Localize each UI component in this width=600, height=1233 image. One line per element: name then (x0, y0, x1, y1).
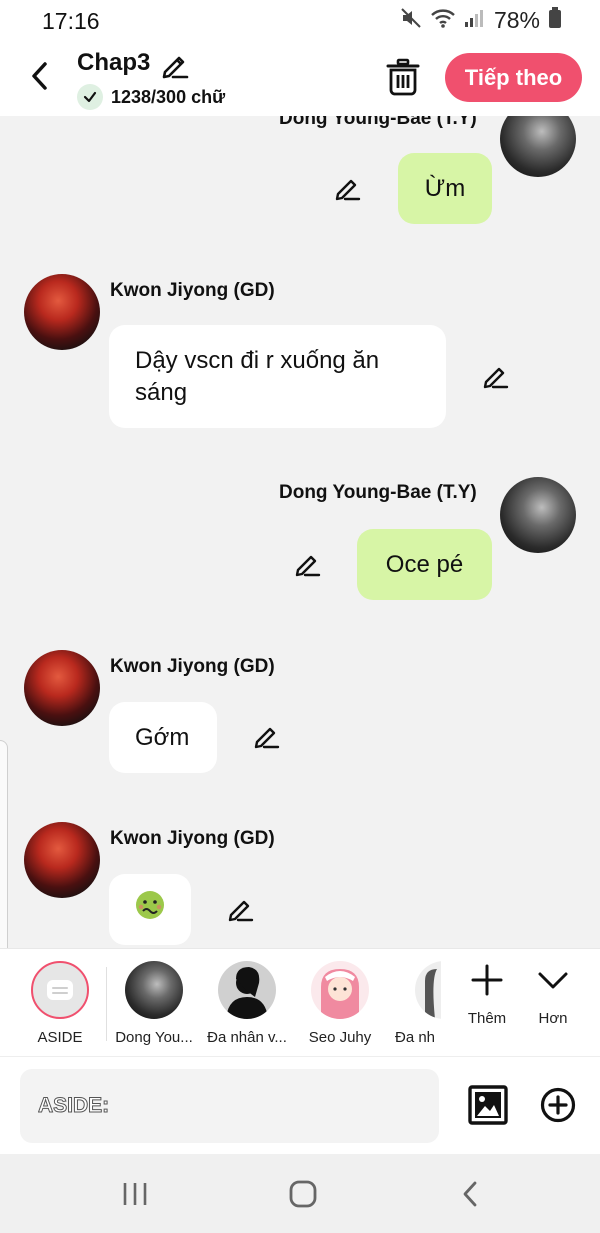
chat-area[interactable]: Dong Young-Bae (T.Y) Ừm Kwon Jiyong (GD)… (0, 116, 600, 948)
chevron-down-icon (538, 972, 568, 989)
anime-girl-avatar (311, 961, 369, 1019)
input-bar (0, 1056, 600, 1154)
edit-message-button[interactable] (294, 550, 322, 578)
message-bubble[interactable]: Oce pé (357, 529, 492, 600)
status-icons: 78% (400, 7, 562, 34)
nauseated-face-icon (135, 890, 165, 929)
avatar[interactable] (24, 650, 100, 726)
plus-icon (471, 964, 503, 996)
image-icon (468, 1085, 508, 1125)
recent-apps-button[interactable] (115, 1178, 155, 1210)
character-item[interactable]: Dong You... (106, 961, 202, 1046)
battery-percent: 78% (493, 7, 540, 33)
sender-name: Dong Young-Bae (T.Y) (279, 482, 477, 503)
back-button[interactable] (22, 58, 58, 94)
avatar[interactable] (24, 822, 100, 898)
battery-icon (548, 7, 562, 34)
recents-icon (123, 1183, 147, 1205)
character-aside[interactable]: ASIDE (12, 961, 108, 1046)
back-arrow-icon (32, 62, 47, 90)
header: Chap3 1238/300 chữ Tiếp theo (0, 44, 600, 116)
insert-image-button[interactable] (468, 1085, 508, 1125)
delete-button[interactable] (386, 58, 420, 96)
avatar[interactable] (24, 274, 100, 350)
status-bar: 17:16 78% (0, 0, 600, 44)
pencil-icon (483, 367, 509, 389)
add-label: Thêm (467, 1010, 507, 1027)
signal-icon (464, 8, 486, 33)
pencil-icon (162, 56, 189, 79)
home-icon (289, 1180, 317, 1208)
message-bubble[interactable]: 🤢 (109, 874, 191, 945)
silhouette-avatar (415, 961, 441, 1019)
edit-message-button[interactable] (482, 362, 510, 390)
message-bubble[interactable]: Ừm (398, 153, 492, 224)
sender-name: Kwon Jiyong (GD) (110, 280, 275, 301)
sender-name: Dong Young-Bae (T.Y) (279, 116, 477, 129)
check-icon (77, 84, 103, 110)
side-drawer-handle[interactable] (0, 740, 8, 972)
next-button[interactable]: Tiếp theo (445, 53, 582, 102)
edit-message-button[interactable] (334, 174, 362, 202)
mute-icon (400, 7, 422, 34)
wifi-icon (430, 7, 456, 34)
message-text: Ừm (424, 174, 466, 202)
avatar[interactable] (500, 477, 576, 553)
plus-circle-icon (540, 1087, 576, 1123)
sender-name: Kwon Jiyong (GD) (110, 656, 275, 677)
pencil-icon (254, 727, 280, 749)
back-chevron-icon (463, 1181, 477, 1207)
message-bubble[interactable]: Dậy vscn đi r xuống ăn sáng (109, 325, 446, 428)
trash-icon (386, 58, 420, 96)
edit-title-button[interactable] (160, 50, 190, 80)
character-label: Đa nhân v... (207, 1029, 287, 1046)
message-text: Gớm (135, 723, 190, 751)
character-strip: ASIDE Dong You... Đa nhân v... Seo Juhy … (0, 948, 600, 1056)
message-text: Dậy vscn đi r xuống ăn sáng (135, 346, 380, 406)
sender-name: Kwon Jiyong (GD) (110, 828, 275, 849)
system-nav-bar (0, 1154, 600, 1233)
message-text: Oce pé (385, 550, 464, 578)
character-item[interactable]: Seo Juhy (292, 961, 388, 1046)
message-input[interactable] (20, 1069, 439, 1143)
character-label: Dong You... (115, 1029, 193, 1046)
add-content-button[interactable] (540, 1087, 576, 1123)
word-count-text: 1238/300 chữ (111, 86, 226, 107)
page-title: Chap3 (77, 49, 151, 76)
word-count: 1238/300 chữ (77, 84, 225, 110)
pencil-icon (295, 555, 321, 577)
system-back-button[interactable] (450, 1178, 490, 1210)
message-bubble[interactable]: Gớm (109, 702, 217, 773)
aside-icon (31, 961, 89, 1019)
edit-message-button[interactable] (253, 722, 281, 750)
character-label: Seo Juhy (308, 1029, 372, 1046)
status-time: 17:16 (42, 8, 100, 34)
avatar (125, 961, 183, 1019)
character-item[interactable]: Đa nh (385, 961, 441, 1046)
pencil-icon (228, 900, 254, 922)
more-characters-button[interactable]: Hơn (523, 963, 583, 1027)
more-label: Hơn (538, 1010, 568, 1027)
edit-message-button[interactable] (227, 895, 255, 923)
add-character-button[interactable]: Thêm (457, 963, 517, 1027)
character-item[interactable]: Đa nhân v... (199, 961, 295, 1046)
character-label: Đa nh (395, 1029, 436, 1046)
pencil-icon (335, 179, 361, 201)
avatar[interactable] (500, 116, 576, 177)
home-button[interactable] (283, 1178, 323, 1210)
character-label: ASIDE (37, 1029, 83, 1046)
silhouette-avatar (218, 961, 276, 1019)
